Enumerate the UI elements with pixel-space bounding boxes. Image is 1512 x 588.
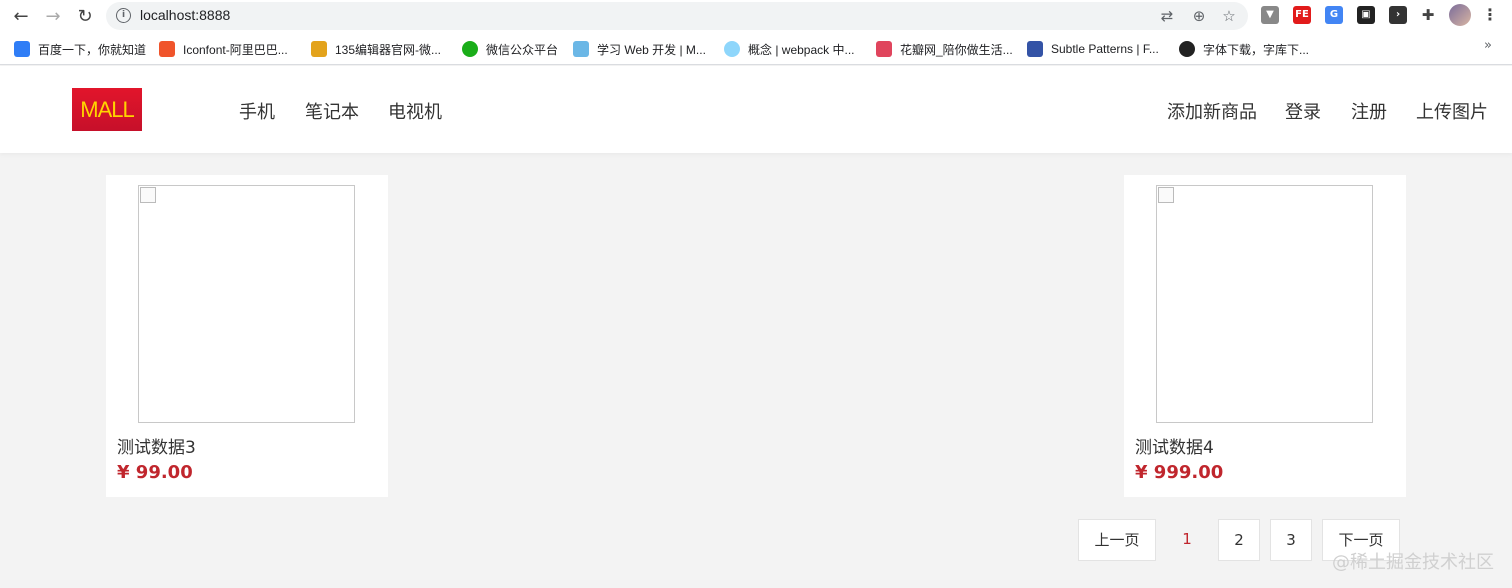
bookmark-label: 微信公众平台	[486, 42, 559, 57]
forward-icon[interactable]: →	[41, 4, 65, 28]
bookmark-favicon-icon	[724, 41, 740, 57]
bookmark-item[interactable]: 135编辑器官网-微...	[311, 39, 441, 59]
bookmark-favicon-icon	[462, 41, 478, 57]
nav-login[interactable]: 登录	[1285, 98, 1321, 124]
more-bookmarks-icon[interactable]: »	[1484, 38, 1492, 53]
bookmark-item[interactable]: 字体下载，字库下...	[1179, 39, 1309, 59]
product-price: ¥ 999.00	[1135, 462, 1224, 483]
bookmark-label: 135编辑器官网-微...	[335, 42, 442, 57]
product-name[interactable]: 测试数据3	[117, 433, 196, 458]
bookmark-item[interactable]: 微信公众平台	[462, 39, 558, 59]
back-icon[interactable]: ←	[9, 4, 33, 28]
bookmark-item[interactable]: Iconfont-阿里巴巴...	[159, 39, 288, 59]
bookmark-favicon-icon	[159, 41, 175, 57]
page-button-2[interactable]: 2	[1218, 519, 1260, 561]
bookmark-label: 字体下载，字库下...	[1203, 42, 1310, 57]
nav-phone[interactable]: 手机	[239, 98, 275, 124]
nav-tv[interactable]: 电视机	[388, 98, 442, 124]
browser-toolbar: ← → ↻ i localhost:8888 ⇄ ⊕ ☆ ▼ FE G ▣ › …	[0, 0, 1512, 32]
bookmark-favicon-icon	[311, 41, 327, 57]
product-image[interactable]	[138, 185, 355, 423]
bookmark-label: 花瓣网_陪你做生活...	[900, 42, 1013, 57]
translate-icon[interactable]: ⇄	[1158, 7, 1176, 25]
bookmarks-bar: 百度一下，你就知道 Iconfont-阿里巴巴... 135编辑器官网-微...…	[0, 32, 1512, 65]
broken-image-icon	[140, 187, 156, 203]
bookmark-label: Subtle Patterns | F...	[1051, 42, 1159, 56]
bookmark-item[interactable]: 概念 | webpack 中...	[724, 39, 854, 59]
reload-icon[interactable]: ↻	[73, 4, 97, 28]
bookmark-favicon-icon	[573, 41, 589, 57]
product-image[interactable]	[1156, 185, 1373, 423]
product-name[interactable]: 测试数据4	[1135, 433, 1214, 458]
extension-translate-icon[interactable]: G	[1325, 6, 1343, 24]
bookmark-item[interactable]: 花瓣网_陪你做生活...	[876, 39, 1013, 59]
prev-page-button[interactable]: 上一页	[1078, 519, 1156, 561]
nav-register[interactable]: 注册	[1351, 98, 1387, 124]
bookmark-label: 概念 | webpack 中...	[748, 42, 855, 57]
address-bar[interactable]: i localhost:8888 ⇄ ⊕ ☆	[106, 2, 1248, 30]
site-header: MALL 手机 笔记本 电视机 添加新商品 登录 注册 上传图片	[0, 66, 1512, 153]
extension-v-icon[interactable]: ▼	[1261, 6, 1279, 24]
page-button-3[interactable]: 3	[1270, 519, 1312, 561]
zoom-icon[interactable]: ⊕	[1190, 7, 1208, 25]
mall-logo[interactable]: MALL	[72, 88, 142, 131]
avatar[interactable]	[1449, 4, 1471, 26]
nav-add-product[interactable]: 添加新商品	[1167, 98, 1257, 124]
menu-dots-icon[interactable]: ⋮	[1481, 6, 1499, 24]
bookmark-star-icon[interactable]: ☆	[1220, 7, 1238, 25]
extension-fe-icon[interactable]: FE	[1293, 6, 1311, 24]
nav-laptop[interactable]: 笔记本	[305, 98, 359, 124]
bookmark-favicon-icon	[876, 41, 892, 57]
bookmark-item[interactable]: 百度一下，你就知道	[14, 39, 146, 59]
watermark: @稀土掘金技术社区	[1332, 552, 1494, 573]
product-card[interactable]: 测试数据4 ¥ 999.00	[1124, 175, 1406, 497]
bookmark-favicon-icon	[1179, 41, 1195, 57]
bookmark-label: 百度一下，你就知道	[38, 42, 147, 57]
extension-arrow-icon[interactable]: ›	[1389, 6, 1407, 24]
extensions-puzzle-icon[interactable]: ✚	[1419, 6, 1437, 24]
product-price: ¥ 99.00	[117, 462, 193, 483]
broken-image-icon	[1158, 187, 1174, 203]
product-card[interactable]: 测试数据3 ¥ 99.00	[106, 175, 388, 497]
url-text[interactable]: localhost:8888	[140, 7, 230, 23]
bookmark-label: 学习 Web 开发 | M...	[597, 42, 706, 57]
bookmark-favicon-icon	[1027, 41, 1043, 57]
page-button-1[interactable]: 1	[1166, 519, 1208, 561]
bookmark-favicon-icon	[14, 41, 30, 57]
extension-dark-icon[interactable]: ▣	[1357, 6, 1375, 24]
bookmark-item[interactable]: Subtle Patterns | F...	[1027, 39, 1159, 59]
bookmark-item[interactable]: 学习 Web 开发 | M...	[573, 39, 706, 59]
nav-upload-image[interactable]: 上传图片	[1416, 98, 1488, 124]
site-info-icon[interactable]: i	[116, 8, 131, 23]
bookmark-label: Iconfont-阿里巴巴...	[183, 42, 288, 57]
